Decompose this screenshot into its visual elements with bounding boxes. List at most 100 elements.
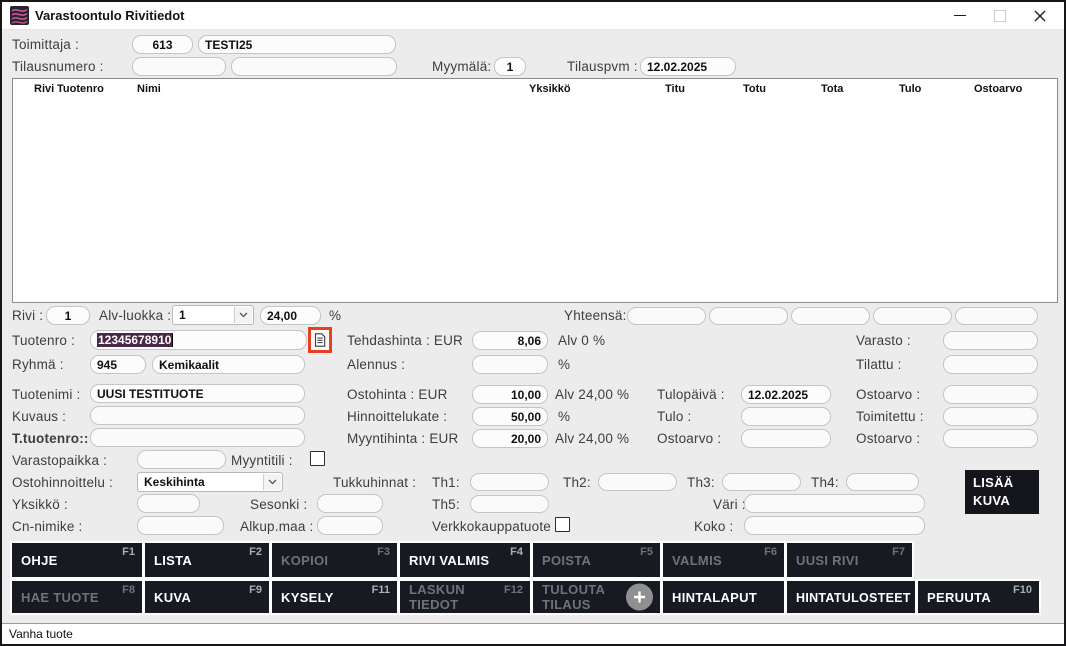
myymala-label: Myymälä:	[432, 59, 492, 74]
plus-icon[interactable]	[626, 583, 653, 611]
toimittaja-code-field[interactable]: 613	[132, 35, 193, 54]
vari-field[interactable]	[744, 494, 925, 513]
ryhma-label: Ryhmä :	[12, 357, 64, 372]
verkkokauppatuote-checkbox[interactable]	[555, 517, 570, 532]
ohje-button[interactable]: OHJE F1	[12, 543, 142, 577]
th4-label: Th4:	[811, 475, 839, 490]
myyntitili-checkbox[interactable]	[310, 451, 325, 466]
varasto-field[interactable]	[943, 331, 1038, 350]
hintatulosteet-button[interactable]: HINTATULOSTEET	[787, 581, 915, 613]
tehdashinta-alv-label: Alv 0 %	[558, 333, 606, 348]
alv-luokka-value: 1	[179, 308, 186, 322]
window-varastoontulo-rivitiedot: Varastoontulo Rivitiedot Toimittaja : 61…	[0, 0, 1066, 646]
toimittaja-name-field[interactable]: TESTI25	[198, 35, 396, 54]
ostoarvo-right-field-1[interactable]	[943, 385, 1038, 404]
alv-pct-field[interactable]: 24,00	[260, 306, 321, 325]
th2-field[interactable]	[598, 473, 677, 491]
tilattu-label: Tilattu :	[856, 357, 902, 372]
myymala-field[interactable]: 1	[494, 57, 526, 76]
koko-label: Koko :	[694, 519, 734, 534]
th5-field[interactable]	[470, 495, 549, 513]
rivi-label: Rivi :	[12, 308, 44, 323]
lisaa-kuva-button[interactable]: LISÄÄ KUVA	[965, 470, 1039, 514]
yhteensa-field-4[interactable]	[873, 307, 952, 325]
hintalaput-button[interactable]: HINTALAPUT	[663, 581, 784, 613]
ostohinnoittelu-select[interactable]: Keskihinta	[137, 472, 283, 492]
peruuta-button[interactable]: PERUUTA F10	[918, 581, 1039, 613]
sesonki-field[interactable]	[317, 494, 383, 513]
tilauspvm-field[interactable]: 12.02.2025	[640, 57, 736, 76]
col-header-tota: Tota	[821, 83, 844, 95]
col-header-ostoarvo: Ostoarvo	[974, 83, 1023, 95]
rows-table[interactable]: Rivi Tuotenro Nimi Yksikkö Titu Totu Tot…	[12, 78, 1058, 303]
myyntitili-label: Myyntitili :	[231, 453, 293, 468]
alennus-field[interactable]	[472, 355, 548, 374]
myyntihinta-field[interactable]: 20,00	[472, 429, 548, 448]
yksikko-field[interactable]	[137, 494, 200, 513]
th1-field[interactable]	[470, 473, 549, 491]
varastopaikka-field[interactable]	[137, 450, 226, 469]
tukkuhinnat-label: Tukkuhinnat :	[333, 475, 417, 490]
t-tuotenro-field[interactable]	[90, 428, 305, 447]
yhteensa-field-2[interactable]	[709, 307, 788, 325]
koko-field[interactable]	[744, 516, 925, 535]
tilausnumero-field-2[interactable]	[231, 57, 397, 76]
th2-label: Th2:	[563, 475, 591, 490]
ryhma-name-field[interactable]: Kemikaalit	[152, 355, 305, 374]
poista-button: POISTA F5	[533, 543, 660, 577]
rivi-field[interactable]: 1	[46, 306, 90, 325]
myyntihinta-label: Myyntihinta : EUR	[347, 431, 459, 446]
hinnoittelukate-field[interactable]: 50,00	[472, 407, 548, 426]
minimize-button[interactable]	[940, 2, 980, 29]
tulopaiva-label: Tulopäivä :	[657, 387, 725, 402]
product-info-button[interactable]	[308, 327, 332, 353]
ostohinnoittelu-label: Ostohinnoittelu :	[12, 475, 113, 490]
close-button[interactable]	[1020, 2, 1060, 29]
col-header-totu: Totu	[743, 83, 767, 95]
th5-label: Th5:	[432, 497, 460, 512]
yhteensa-field-5[interactable]	[955, 307, 1038, 325]
valmis-button: VALMIS F6	[663, 543, 784, 577]
lista-button[interactable]: LISTA F2	[145, 543, 269, 577]
rivi-valmis-button[interactable]: RIVI VALMIS F4	[400, 543, 530, 577]
tehdashinta-field[interactable]: 8,06	[472, 331, 548, 350]
col-header-tuotenro: Tuotenro	[57, 83, 104, 95]
status-text: Vanha tuote	[9, 627, 73, 641]
ryhma-code-field[interactable]: 945	[90, 355, 146, 374]
titlebar: Varastoontulo Rivitiedot	[2, 2, 1064, 30]
kuvaus-field[interactable]	[90, 406, 305, 425]
ostohinta-field[interactable]: 10,00	[472, 385, 548, 404]
yhteensa-field-1[interactable]	[627, 307, 706, 325]
tilausnumero-field-1[interactable]	[132, 57, 226, 76]
kysely-button[interactable]: KYSELY F11	[272, 581, 397, 613]
cn-nimike-field[interactable]	[137, 516, 224, 535]
toimitettu-field[interactable]	[943, 407, 1038, 426]
document-icon	[314, 333, 326, 347]
tilauspvm-label: Tilauspvm :	[567, 59, 638, 74]
tuotenimi-field[interactable]: UUSI TESTITUOTE	[90, 384, 305, 403]
col-header-nimi: Nimi	[137, 83, 161, 95]
tulo-field[interactable]	[741, 407, 831, 426]
chevron-down-icon[interactable]	[234, 307, 252, 323]
tulopaiva-field[interactable]: 12.02.2025	[741, 385, 831, 404]
yhteensa-field-3[interactable]	[791, 307, 870, 325]
window-title: Varastoontulo Rivitiedot	[35, 8, 185, 23]
tuotenro-field[interactable]: 12345678910	[90, 330, 307, 350]
tulouta-tilaus-button[interactable]: TULOUTA TILAUS	[533, 581, 660, 613]
alennus-unit: %	[558, 357, 571, 372]
th3-label: Th3:	[687, 475, 715, 490]
tulo-label: Tulo :	[657, 409, 692, 424]
tilattu-field[interactable]	[943, 355, 1038, 374]
tuotenro-selected-text: 12345678910	[97, 333, 174, 347]
th4-field[interactable]	[846, 473, 919, 491]
alkup-maa-field[interactable]	[317, 516, 383, 535]
ostoarvo-mid-field[interactable]	[741, 429, 831, 448]
th3-field[interactable]	[722, 473, 801, 491]
kuva-button[interactable]: KUVA F9	[145, 581, 269, 613]
chevron-down-icon[interactable]	[263, 474, 281, 490]
maximize-icon	[994, 9, 1006, 22]
ostoarvo-right-field-2[interactable]	[943, 429, 1038, 448]
ostoarvo-mid-label: Ostoarvo :	[657, 431, 722, 446]
ostoarvo-right-label-1: Ostoarvo :	[856, 387, 921, 402]
alv-luokka-select[interactable]: 1	[172, 305, 254, 325]
